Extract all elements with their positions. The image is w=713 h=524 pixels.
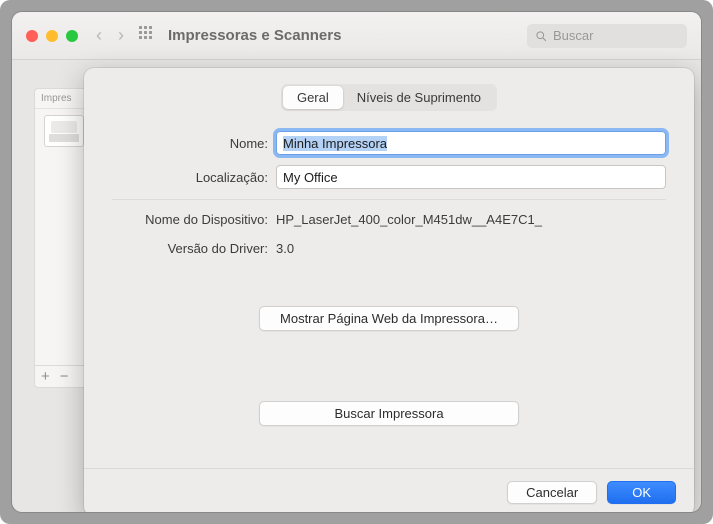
name-field[interactable] bbox=[276, 131, 666, 155]
preferences-window: ‹ › Impressoras e Scanners Buscar Impres… bbox=[12, 12, 701, 512]
device-name-value: HP_LaserJet_400_color_M451dw__A4E7C1_ bbox=[276, 210, 666, 229]
ok-button[interactable]: OK bbox=[607, 481, 676, 504]
tab-general[interactable]: Geral bbox=[283, 86, 343, 109]
location-field[interactable] bbox=[276, 165, 666, 189]
divider bbox=[112, 199, 666, 200]
cancel-button[interactable]: Cancelar bbox=[507, 481, 597, 504]
label-location: Localização: bbox=[112, 170, 276, 185]
tab-supply-levels[interactable]: Níveis de Suprimento bbox=[343, 86, 495, 109]
printer-options-dialog: Geral Níveis de Suprimento Nome: Localiz… bbox=[84, 68, 694, 512]
label-device-name: Nome do Dispositivo: bbox=[112, 212, 276, 227]
label-name: Nome: bbox=[112, 136, 276, 151]
show-printer-webpage-button[interactable]: Mostrar Página Web da Impressora… bbox=[259, 306, 519, 331]
tab-bar: Geral Níveis de Suprimento bbox=[102, 84, 676, 111]
find-printer-button[interactable]: Buscar Impressora bbox=[259, 401, 519, 426]
label-driver-version: Versão do Driver: bbox=[112, 241, 276, 256]
driver-version-value: 3.0 bbox=[276, 239, 666, 258]
